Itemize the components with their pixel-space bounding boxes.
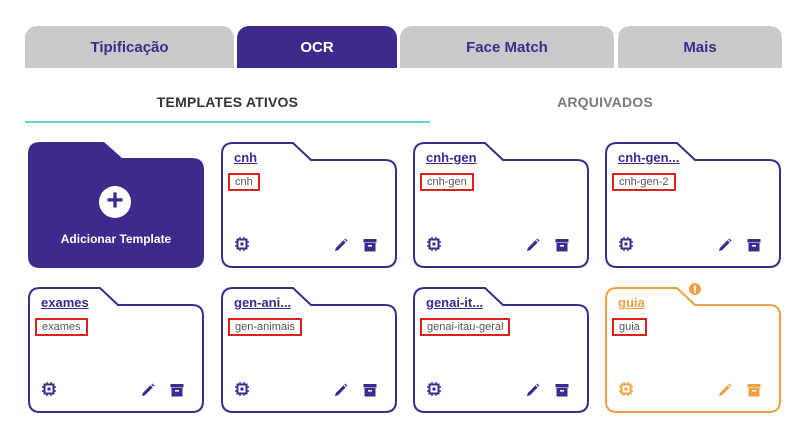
template-id-label: guia: [612, 318, 647, 336]
chip-icon[interactable]: [427, 237, 441, 251]
template-card[interactable]: cnh cnh: [221, 142, 397, 268]
chip-icon[interactable]: [619, 237, 633, 251]
template-card[interactable]: guia guia: [605, 283, 781, 413]
add-template-label: Adicionar Template: [60, 232, 172, 246]
template-id-label: exames: [35, 318, 88, 336]
top-tab-bar: Tipificação OCR Face Match Mais: [25, 26, 782, 68]
template-id-label: cnh: [228, 173, 260, 191]
chip-icon[interactable]: [427, 382, 441, 396]
chip-icon[interactable]: [235, 237, 249, 251]
chip-icon[interactable]: [235, 382, 249, 396]
edit-pencil-icon[interactable]: [526, 238, 540, 252]
template-id-label: gen-animais: [228, 318, 302, 336]
template-name-link[interactable]: genai-it...: [426, 295, 483, 310]
template-name-link[interactable]: cnh-gen...: [618, 150, 679, 165]
template-name-link[interactable]: cnh: [234, 150, 257, 165]
template-card[interactable]: exames exames: [28, 287, 204, 413]
subtab-arquivados[interactable]: ARQUIVADOS: [430, 82, 780, 122]
archive-icon[interactable]: [555, 383, 569, 397]
chip-icon[interactable]: [42, 382, 56, 396]
tab-ocr[interactable]: OCR: [237, 26, 397, 68]
archive-icon[interactable]: [555, 238, 569, 252]
edit-pencil-icon[interactable]: [526, 383, 540, 397]
edit-pencil-icon[interactable]: [334, 238, 348, 252]
template-card[interactable]: cnh-gen... cnh-gen-2: [605, 142, 781, 268]
edit-pencil-icon[interactable]: [718, 383, 732, 397]
edit-pencil-icon[interactable]: [334, 383, 348, 397]
warning-icon: [689, 283, 701, 295]
active-subtab-underline: [25, 121, 430, 123]
template-id-label: genai-itau-geral: [420, 318, 511, 336]
subtab-templates-ativos[interactable]: TEMPLATES ATIVOS: [25, 82, 430, 122]
tab-tipificacao[interactable]: Tipificação: [25, 26, 234, 68]
template-card[interactable]: genai-it... genai-itau-geral: [413, 287, 589, 413]
template-name-link[interactable]: gen-ani...: [234, 295, 291, 310]
template-id-label: cnh-gen-2: [612, 173, 676, 191]
archive-icon[interactable]: [363, 238, 377, 252]
template-card[interactable]: gen-ani... gen-animais: [221, 287, 397, 413]
archive-icon[interactable]: [747, 238, 761, 252]
tab-face-match[interactable]: Face Match: [400, 26, 614, 68]
archive-icon[interactable]: [170, 383, 184, 397]
edit-pencil-icon[interactable]: [718, 238, 732, 252]
edit-pencil-icon[interactable]: [141, 383, 155, 397]
template-card[interactable]: cnh-gen cnh-gen: [413, 142, 589, 268]
plus-icon: +: [99, 186, 131, 218]
tab-mais[interactable]: Mais: [618, 26, 782, 68]
add-template-card[interactable]: + Adicionar Template: [28, 142, 204, 268]
template-name-link[interactable]: guia: [618, 295, 645, 310]
template-name-link[interactable]: exames: [41, 295, 89, 310]
archive-icon[interactable]: [747, 383, 761, 397]
template-name-link[interactable]: cnh-gen: [426, 150, 477, 165]
chip-icon[interactable]: [619, 382, 633, 396]
archive-icon[interactable]: [363, 383, 377, 397]
template-id-label: cnh-gen: [420, 173, 474, 191]
